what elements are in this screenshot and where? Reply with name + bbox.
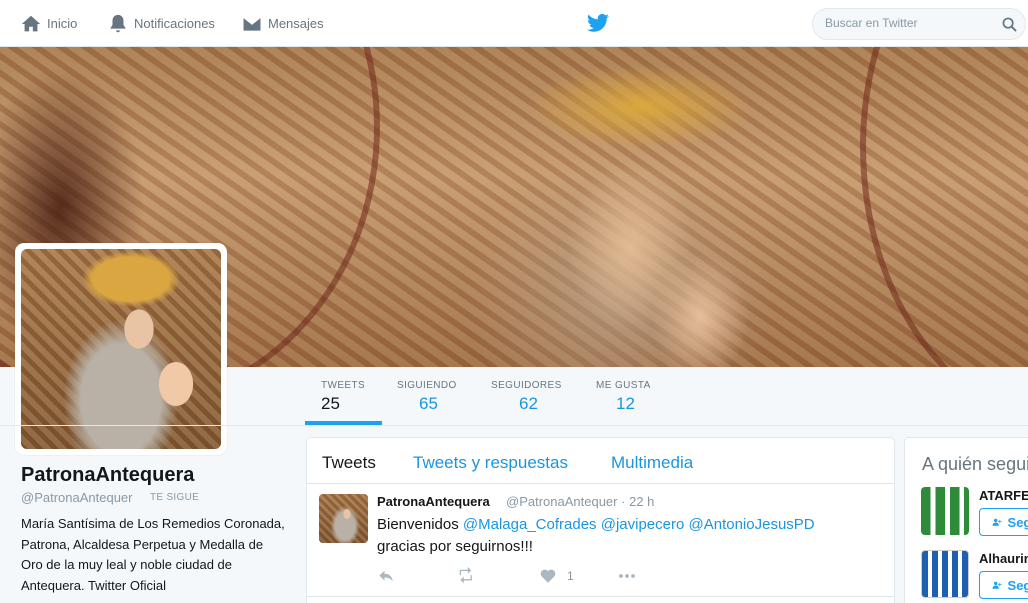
retweet-icon bbox=[459, 567, 472, 584]
wtf-name-1[interactable]: ATARFE bbox=[979, 488, 1028, 503]
tweet-text-prefix: Bienvenidos bbox=[377, 516, 463, 533]
stat-followers-label: SEGUIDORES bbox=[491, 380, 562, 391]
follows-you-badge: TE SIGUE bbox=[150, 492, 200, 503]
nav-messages-label: Mensajes bbox=[268, 16, 324, 31]
tweet-separator: · bbox=[621, 494, 626, 509]
tweet-item[interactable]: PatronaAntequera @PatronaAntequer · 22 h… bbox=[307, 485, 894, 597]
nav-notifications[interactable]: Notificaciones bbox=[107, 0, 215, 47]
wtf-avatar-1[interactable] bbox=[921, 487, 969, 535]
wtf-name-2[interactable]: Alhaurin bbox=[979, 551, 1028, 566]
stat-following-label: SIGUIENDO bbox=[397, 380, 457, 391]
tweet-meta: @PatronaAntequer · 22 h bbox=[506, 494, 654, 509]
bell-icon bbox=[110, 14, 126, 32]
nav-home[interactable]: Inicio bbox=[20, 0, 77, 47]
banner-arch-right bbox=[860, 47, 1028, 367]
home-icon bbox=[21, 15, 41, 31]
like-button[interactable]: 1 bbox=[539, 567, 574, 585]
stat-following-value: 65 bbox=[419, 394, 438, 413]
timeline-tabs: Tweets Tweets y respuestas Multimedia bbox=[307, 438, 894, 484]
stats-divider bbox=[0, 425, 1028, 426]
tweet-mention-2[interactable]: @javipecero bbox=[601, 516, 685, 533]
heart-icon bbox=[540, 569, 556, 583]
tab-tweets[interactable]: Tweets bbox=[322, 453, 376, 473]
tweet-mention-1[interactable]: @Malaga_Cofrades bbox=[463, 516, 597, 533]
profile-avatar[interactable] bbox=[15, 243, 227, 455]
profile-name[interactable]: PatronaAntequera bbox=[21, 464, 194, 487]
tab-tweets-and-replies[interactable]: Tweets y respuestas bbox=[413, 453, 568, 473]
tweet-timestamp[interactable]: 22 h bbox=[629, 494, 654, 509]
stat-likes-value: 12 bbox=[616, 394, 635, 413]
timeline-panel: Tweets Tweets y respuestas Multimedia Pa… bbox=[306, 437, 895, 603]
stat-followers[interactable]: SEGUIDORES 62 bbox=[491, 367, 581, 425]
stat-tweets-label: TWEETS bbox=[321, 380, 366, 391]
who-to-follow-panel: A quién seguir ATARFE Seguir Alhaurin Se… bbox=[904, 437, 1028, 603]
tweet-author-handle[interactable]: @PatronaAntequer bbox=[506, 494, 618, 509]
nav-home-label: Inicio bbox=[47, 16, 78, 31]
tweet-author-name[interactable]: PatronaAntequera bbox=[377, 494, 490, 509]
stat-likes[interactable]: ME GUSTA 12 bbox=[596, 367, 666, 425]
stat-followers-value: 62 bbox=[519, 394, 538, 413]
stat-tweets[interactable]: TWEETS 25 bbox=[305, 367, 382, 425]
retweet-button[interactable] bbox=[457, 567, 475, 585]
add-user-icon bbox=[992, 581, 1002, 589]
nav-messages[interactable]: Mensajes bbox=[241, 0, 324, 47]
add-user-icon bbox=[992, 518, 1002, 526]
tweet-text-suffix: gracias por seguirnos!!! bbox=[377, 537, 533, 555]
wtf-avatar-2[interactable] bbox=[921, 550, 969, 598]
profile-bio: María Santísima de Los Remedios Coronada… bbox=[21, 516, 285, 593]
tweet-text: Bienvenidos @Malaga_Cofrades @javipecero… bbox=[377, 514, 877, 557]
search-input[interactable] bbox=[825, 16, 995, 30]
profile-avatar-image bbox=[21, 249, 221, 449]
wtf-follow-label-2: Seguir bbox=[1007, 577, 1028, 593]
search-icon[interactable] bbox=[1002, 17, 1017, 32]
like-count: 1 bbox=[567, 569, 574, 583]
reply-icon bbox=[379, 570, 393, 582]
envelope-icon bbox=[242, 15, 262, 32]
tweet-avatar[interactable] bbox=[319, 494, 368, 543]
tab-media[interactable]: Multimedia bbox=[611, 453, 693, 473]
who-to-follow-title: A quién seguir bbox=[922, 454, 1028, 474]
nav-notifications-label: Notificaciones bbox=[134, 16, 215, 31]
tweet-mention-3[interactable]: @AntonioJesusPD bbox=[689, 516, 815, 533]
wtf-follow-button-2[interactable]: Seguir bbox=[979, 571, 1028, 599]
stat-likes-label: ME GUSTA bbox=[596, 380, 651, 391]
search-box[interactable] bbox=[812, 8, 1026, 40]
top-navigation-bar: Inicio Notificaciones Mensajes bbox=[0, 0, 1028, 47]
wtf-follow-button-1[interactable]: Seguir bbox=[979, 508, 1028, 536]
reply-button[interactable] bbox=[377, 567, 395, 585]
more-options-button[interactable] bbox=[618, 567, 636, 585]
stat-following[interactable]: SIGUIENDO 65 bbox=[397, 367, 477, 425]
twitter-bird-icon[interactable] bbox=[587, 13, 609, 33]
wtf-follow-label-1: Seguir bbox=[1007, 514, 1028, 530]
stat-tweets-value: 25 bbox=[321, 394, 340, 413]
more-dots-icon bbox=[619, 574, 635, 578]
profile-handle[interactable]: @PatronaAntequer bbox=[21, 490, 133, 505]
